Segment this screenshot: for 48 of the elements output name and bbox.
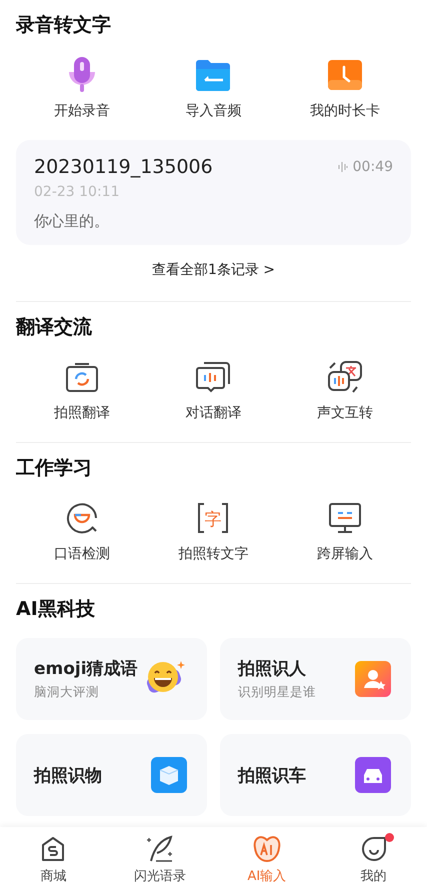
card-title: emoji猜成语 bbox=[34, 658, 138, 680]
view-all-link[interactable]: 查看全部1条记录 > bbox=[152, 261, 276, 279]
feature-button[interactable]: 导入音频 bbox=[148, 56, 280, 120]
card-subtitle: 脑洞大评测 bbox=[34, 684, 100, 701]
recording-duration: 00:49 bbox=[352, 159, 393, 175]
card-title: 拍照识人 bbox=[238, 658, 307, 680]
feature-card[interactable]: 拍照识车 bbox=[220, 734, 411, 816]
card-title: 拍照识车 bbox=[238, 764, 306, 786]
feature-card[interactable]: emoji猜成语 脑洞大评测 bbox=[16, 638, 207, 720]
person-scan-icon bbox=[355, 661, 391, 697]
section-title: 翻译交流 bbox=[16, 315, 93, 340]
camera-icon bbox=[64, 361, 99, 393]
car-scan-icon bbox=[355, 757, 391, 793]
feature-button[interactable]: 拍照翻译 bbox=[16, 358, 148, 422]
quill-icon[interactable] bbox=[145, 834, 176, 864]
feature-button[interactable]: 字 拍照转文字 bbox=[148, 499, 280, 563]
chat-bubble-icon bbox=[195, 360, 232, 394]
feature-button[interactable]: 开始录音 bbox=[16, 56, 148, 120]
section-title: AI黑科技 bbox=[16, 597, 96, 622]
recording-date: 02-23 10:11 bbox=[34, 184, 120, 200]
recording-transcript: 你心里的。 bbox=[34, 212, 110, 231]
ai-peach-icon[interactable] bbox=[252, 834, 282, 864]
monitor-icon bbox=[328, 501, 362, 535]
feature-button[interactable]: 跨屏输入 bbox=[279, 499, 411, 563]
scan-character: 字 bbox=[204, 510, 222, 530]
nav-tab[interactable]: 我的 bbox=[320, 827, 427, 891]
recording-card[interactable]: 20230119_135006 00:49 02-23 10:11 你心里的。 bbox=[16, 140, 411, 245]
shop-icon[interactable] bbox=[40, 835, 66, 863]
folder-icon bbox=[195, 59, 232, 91]
feature-button[interactable]: 我的时长卡 bbox=[279, 56, 411, 120]
nav-tab[interactable]: 商城 bbox=[0, 827, 107, 891]
recording-name: 20230119_135006 bbox=[34, 156, 213, 178]
feature-button[interactable]: 声文互转 bbox=[279, 358, 411, 422]
card-subtitle: 识别明星是谁 bbox=[238, 684, 316, 701]
section-title: 录音转文字 bbox=[16, 13, 112, 38]
feature-button[interactable]: 对话翻译 bbox=[148, 358, 280, 422]
feature-button[interactable]: 口语检测 bbox=[16, 499, 148, 563]
smile-face-icon[interactable] bbox=[360, 835, 388, 863]
voice-text-swap-icon bbox=[327, 360, 364, 394]
feature-card[interactable]: 拍照识人 识别明星是谁 bbox=[220, 638, 411, 720]
section-title: 工作学习 bbox=[16, 456, 93, 481]
waveform-icon bbox=[338, 161, 348, 173]
nav-tab[interactable]: 闪光语录 bbox=[106, 827, 214, 891]
feature-card[interactable]: 拍照识物 bbox=[16, 734, 207, 816]
cube-scan-icon bbox=[151, 757, 187, 793]
clock-icon bbox=[327, 59, 364, 91]
speech-check-icon bbox=[64, 501, 99, 535]
card-title: 拍照识物 bbox=[34, 764, 102, 786]
